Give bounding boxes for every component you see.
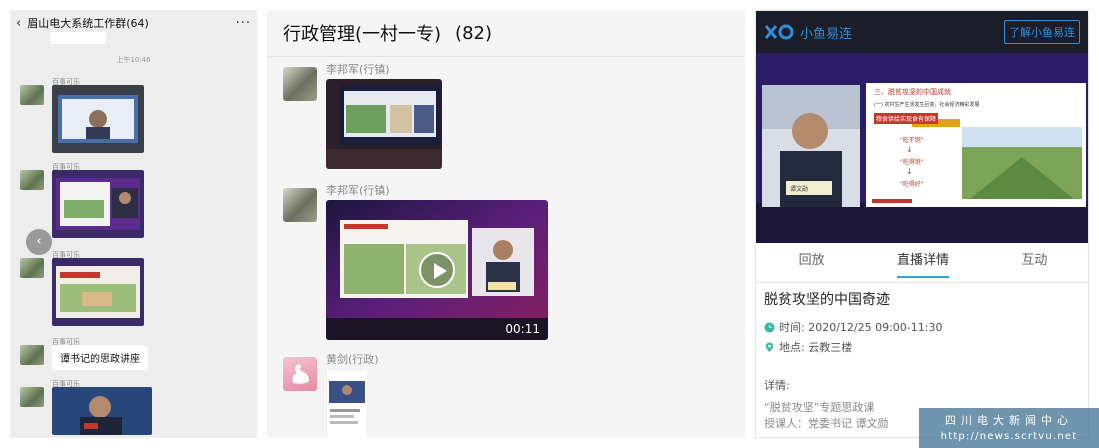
chat-title: 眉山电大系统工作群(64) (27, 17, 149, 30)
chevron-left-icon[interactable]: ‹ (26, 229, 52, 255)
avatar[interactable] (20, 170, 44, 190)
watermark-title: 四川电大新闻中心 (945, 414, 1073, 427)
brand-header: 小鱼易连 了解小鱼易连 (756, 11, 1088, 53)
tab-interaction[interactable]: 互动 (979, 243, 1088, 282)
avatar[interactable] (20, 258, 44, 278)
wechat-group-chat-panel: ‹ 眉山电大系统工作群(64) ··· 上午10:46 百事可乐 百事可乐 ‹ … (10, 10, 257, 438)
watermark: 四川电大新闻中心 http://news.scrtvu.net (919, 408, 1099, 448)
event-title: 脱贫攻坚的中国奇迹 (764, 292, 890, 308)
brand-name: 小鱼易连 (800, 26, 853, 42)
details-label: 详情: (764, 379, 790, 392)
event-info: 脱贫攻坚的中国奇迹 时间: 2020/12/25 09:00-11:30 地点:… (764, 289, 1084, 357)
image-message[interactable] (52, 170, 144, 238)
xiaoyu-logo-icon (764, 24, 794, 40)
tab-replay[interactable]: 回放 (756, 243, 867, 282)
slide-step: "吃得饱" (900, 159, 924, 166)
event-time-row: 时间: 2020/12/25 09:00-11:30 (764, 317, 1084, 337)
slide-highlight: 粮食供给实现食有保障 (874, 113, 939, 124)
video-message[interactable]: 00:11 (326, 200, 548, 340)
chat-header: ‹ 眉山电大系统工作群(64) ··· (10, 10, 257, 36)
image-message[interactable] (326, 79, 442, 169)
sender-name: 李邦军(行镇) (326, 63, 390, 76)
about-button[interactable]: 了解小鱼易连 (1004, 20, 1080, 44)
detail-tabs: 回放 直播详情 互动 (756, 243, 1088, 283)
lecture-video-frame (756, 53, 1088, 243)
sender-name: 李邦军(行镇) (326, 184, 390, 197)
down-arrow-icon: ↓ (906, 145, 913, 154)
lecture-photo (52, 85, 144, 153)
lecture-photo (52, 170, 144, 238)
avatar[interactable] (283, 357, 317, 391)
location-pin-icon (765, 341, 774, 352)
member-count: (82) (455, 22, 492, 44)
tab-live-details[interactable]: 直播详情 (867, 243, 978, 282)
sender-name: 黄剑(行政) (326, 353, 379, 366)
chat-header: 行政管理(一村一专) (82) (267, 10, 745, 57)
slide-step: "吃不饱" (900, 137, 924, 144)
video-duration: 00:11 (505, 322, 540, 336)
screenshot-thumbnail (326, 369, 368, 438)
avatar[interactable] (283, 188, 317, 222)
text-message[interactable]: 谭书记的思政讲座 (52, 345, 148, 370)
screen-photo (326, 79, 442, 169)
group-name: 行政管理(一村一专) (283, 24, 442, 45)
chevron-left-icon[interactable]: ‹ (16, 16, 21, 31)
lecture-photo (52, 387, 152, 435)
event-location-row: 地点: 云教三楼 (764, 337, 1084, 357)
clock-icon (764, 321, 775, 333)
down-arrow-icon: ↓ (906, 167, 913, 176)
slide-heading: 三、脱贫攻坚的中国成就 (874, 88, 951, 96)
avatar[interactable] (20, 85, 44, 105)
live-stream-panel: 小鱼易连 了解小鱼易连 三、脱贫攻坚的中国成就 (一) 农村生产生活发生巨变，社… (755, 10, 1089, 438)
lecture-photo (52, 258, 144, 326)
play-icon[interactable] (419, 252, 455, 288)
live-video[interactable]: 三、脱贫攻坚的中国成就 (一) 农村生产生活发生巨变，社会经济精彩发展 粮食供给… (756, 53, 1088, 243)
image-message[interactable] (326, 369, 368, 438)
image-message[interactable] (52, 387, 152, 435)
avatar[interactable] (20, 387, 44, 407)
image-message[interactable] (52, 85, 144, 153)
avatar[interactable] (283, 67, 317, 101)
speaker-nameplate: 谭文勋 (790, 186, 809, 193)
slide-subheading: (一) 农村生产生活发生巨变，社会经济精彩发展 (874, 102, 980, 108)
event-location: 地点: 云教三楼 (779, 341, 853, 354)
detail-lecturer: 授课人：党委书记 谭文勋 (764, 417, 889, 430)
avatar[interactable] (20, 345, 44, 365)
swan-icon (292, 364, 309, 384)
message-bubble[interactable] (50, 32, 106, 44)
more-icon[interactable]: ··· (236, 16, 251, 31)
slide-step: "吃得好" (900, 181, 924, 188)
detail-description: “脱贫攻坚”专题思政课 (764, 401, 875, 414)
watermark-url: http://news.scrtvu.net (940, 431, 1078, 442)
image-message[interactable] (52, 258, 144, 326)
message-timestamp: 上午10:46 (116, 56, 151, 64)
group-chat-panel: 行政管理(一村一专) (82) 李邦军(行镇) 李邦军(行镇) 00:11 黄剑… (267, 10, 745, 438)
event-time: 时间: 2020/12/25 09:00-11:30 (779, 321, 943, 334)
